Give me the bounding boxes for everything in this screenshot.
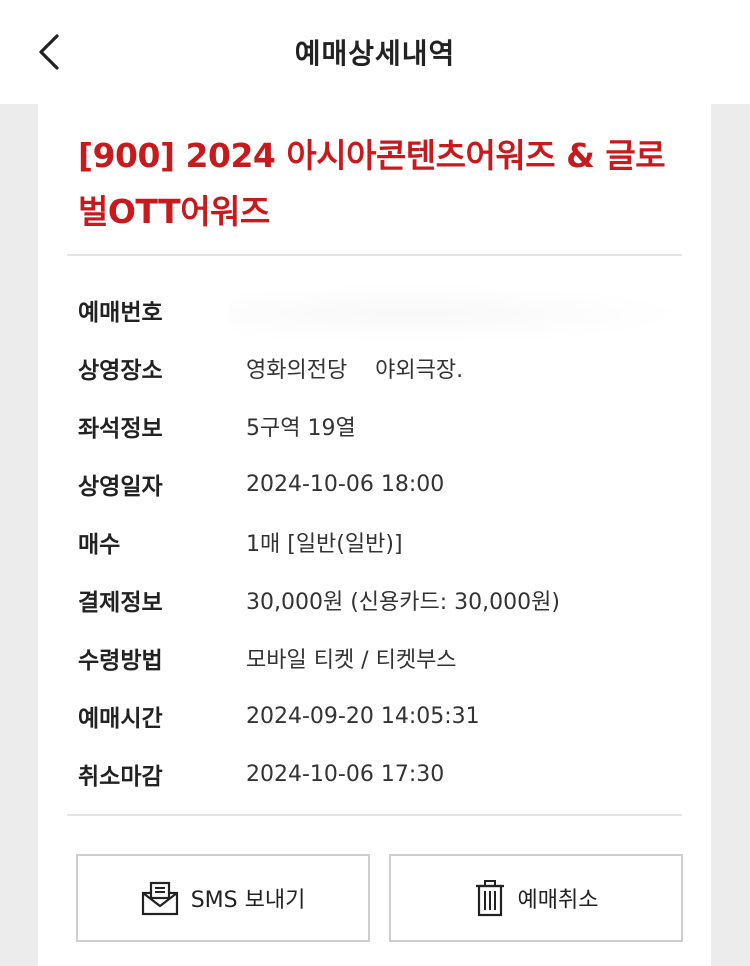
info-label: 예매시간: [78, 706, 163, 732]
info-value: 모바일 티켓 / 티켓부스: [246, 648, 457, 673]
info-row-payment: 결제정보 30,000원 (신용카드: 30,000원): [78, 580, 678, 620]
info-label: 상영일자: [78, 474, 163, 500]
info-row-seat: 좌석정보 5구역 19열: [78, 406, 678, 446]
info-row-ticket-count: 매수 1매 [일반(일반)]: [78, 522, 678, 562]
info-row-booking-time: 예매시간 2024-09-20 14:05:31: [78, 696, 678, 736]
info-label: 수령방법: [78, 648, 163, 674]
info-row-pickup-method: 수령방법 모바일 티켓 / 티켓부스: [78, 638, 678, 678]
info-row-screening-date: 상영일자 2024-10-06 18:00: [78, 464, 678, 504]
trash-icon: [475, 880, 504, 917]
info-value: 1매 [일반(일반)]: [246, 532, 403, 557]
event-title: [900] 2024 아시아콘텐츠어워즈 & 글로벌OTT어워즈: [78, 136, 666, 231]
page-title: 예매상세내역: [294, 37, 456, 70]
info-row-venue: 상영장소 영화의전당 야외극장.: [78, 348, 678, 388]
redacted-area: [228, 284, 688, 344]
info-value: 2024-10-06 18:00: [246, 471, 445, 497]
booking-detail-card: [900] 2024 아시아콘텐츠어워즈 & 글로벌OTT어워즈 예매번호 상영…: [38, 104, 711, 966]
back-button[interactable]: [28, 30, 68, 74]
top-bar: 예매상세내역: [0, 0, 750, 104]
sms-send-button[interactable]: SMS 보내기: [76, 854, 370, 942]
info-label: 결제정보: [78, 590, 163, 616]
cancel-button-label: 예매취소: [517, 888, 599, 913]
info-label: 매수: [78, 532, 121, 558]
chevron-left-icon: [39, 34, 59, 70]
info-row-cancel-deadline: 취소마감 2024-10-06 17:30: [78, 754, 678, 794]
bottom-divider: [67, 814, 682, 816]
info-label: 좌석정보: [78, 416, 163, 442]
info-value: 2024-09-20 14:05:31: [246, 703, 480, 729]
info-value: 30,000원 (신용카드: 30,000원): [246, 590, 560, 615]
info-value: 5구역 19열: [246, 416, 356, 441]
title-divider: [67, 254, 682, 256]
info-value: 영화의전당 야외극장.: [246, 358, 464, 383]
info-value: 2024-10-06 17:30: [246, 761, 445, 787]
info-label: 예매번호: [78, 300, 163, 326]
sms-button-label: SMS 보내기: [190, 888, 306, 913]
envelope-icon: [141, 881, 178, 916]
cancel-booking-button[interactable]: 예매취소: [389, 854, 683, 942]
info-label: 취소마감: [78, 764, 163, 790]
info-label: 상영장소: [78, 358, 163, 384]
